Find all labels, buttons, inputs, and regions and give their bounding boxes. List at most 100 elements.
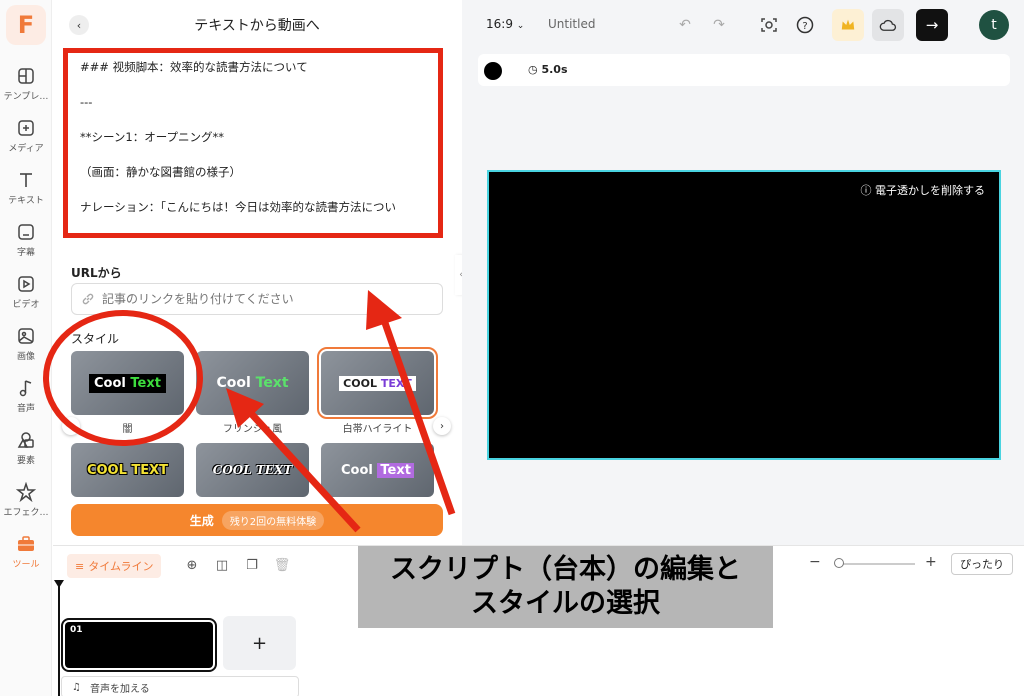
caption-line: スクリプト（台本）の編集と xyxy=(390,554,741,585)
video-icon xyxy=(18,276,34,292)
shapes-icon xyxy=(17,432,34,448)
premium-button[interactable] xyxy=(832,9,864,41)
clip-number: 01 xyxy=(70,625,83,635)
generate-label: 生成 xyxy=(189,513,214,528)
sidebar-item-subtitles[interactable]: 字幕 xyxy=(0,222,52,268)
style-card-dark[interactable]: Cool Text xyxy=(71,351,184,415)
sidebar-item-label: テンプレ… xyxy=(3,92,49,102)
style-card-purple[interactable]: Cool Text xyxy=(321,443,434,497)
style-name: フリンジュ風 xyxy=(222,424,283,435)
undo-icon[interactable]: ↶ xyxy=(674,14,696,36)
sidebar-item-media[interactable]: メディア xyxy=(0,118,52,164)
split-icon[interactable]: ◫ xyxy=(213,556,231,574)
sidebar-item-templates[interactable]: テンプレ… xyxy=(0,66,52,112)
style-card-yellow[interactable]: COOL TEXT xyxy=(71,443,184,497)
style-label: スタイル xyxy=(71,332,120,346)
delete-icon[interactable]: 🗑 xyxy=(273,556,291,574)
link-icon xyxy=(82,293,94,305)
sidebar-item-label: ビデオ xyxy=(12,300,40,310)
style-name: 闇 xyxy=(122,424,133,435)
sidebar-item-label: 字幕 xyxy=(16,248,35,258)
clock-icon: ◷ xyxy=(528,63,538,76)
app-logo[interactable]: F xyxy=(6,5,46,45)
add-scene-icon[interactable]: ⊕ xyxy=(183,556,201,574)
music-icon xyxy=(19,380,32,397)
script-line: **シーン1：オープニング** xyxy=(80,130,225,144)
url-input[interactable] xyxy=(71,283,443,315)
properties-bar: ◷ 5.0s xyxy=(478,54,1010,86)
logo-letter: F xyxy=(17,11,35,39)
music-icon: ♫ xyxy=(72,681,81,693)
script-line: --- xyxy=(80,95,93,109)
duplicate-icon[interactable]: ❐ xyxy=(243,556,261,574)
media-add-icon xyxy=(18,120,34,136)
style-card-white-band[interactable]: COOL TEXT xyxy=(317,347,438,419)
zoom-out-icon[interactable]: − xyxy=(809,554,821,570)
zoom-slider[interactable] xyxy=(835,563,915,565)
timeline-toggle[interactable]: ≡ タイムライン xyxy=(67,554,162,578)
free-trial-badge: 残り2回の無料体験 xyxy=(221,510,325,530)
toolbox-icon xyxy=(18,536,34,551)
script-line: ### 视频脚本：效率的な読書方法について xyxy=(80,60,308,74)
script-line: （画面：静かな図書館の様子） xyxy=(80,165,241,179)
url-label: URLから xyxy=(71,266,122,280)
add-audio-button[interactable]: ♫ 音声を加える xyxy=(61,676,299,696)
sidebar-item-text[interactable]: テキスト xyxy=(0,170,52,216)
style-preview: COOL TEXT xyxy=(212,463,293,477)
duration-control[interactable]: ◷ 5.0s xyxy=(528,63,568,76)
sidebar-item-video[interactable]: ビデオ xyxy=(0,274,52,320)
sidebar-item-images[interactable]: 画像 xyxy=(0,326,52,372)
remove-watermark-button[interactable]: ⓘ 電子透かしを削除する xyxy=(861,182,986,198)
canvas-area: ◷ 5.0s ⓘ 電子透かしを削除する xyxy=(462,50,1024,545)
aspect-ratio-select[interactable]: 16:9 ⌄ xyxy=(486,17,524,31)
left-sidebar: F テンプレ… メディア テキスト 字幕 ビデオ 画像 音声 要素 エフェク… … xyxy=(0,0,52,696)
export-button[interactable]: → xyxy=(916,9,948,41)
zoom-slider-handle[interactable] xyxy=(834,558,844,568)
sidebar-item-label: ツール xyxy=(12,560,40,570)
style-card-italic[interactable]: COOL TEXT xyxy=(196,443,309,497)
help-icon[interactable]: ? xyxy=(794,14,816,36)
timeline-clip[interactable]: 01 xyxy=(61,618,217,672)
fit-button[interactable]: ぴったり xyxy=(951,553,1013,575)
caption-line: スタイルの選択 xyxy=(471,588,660,619)
video-preview[interactable]: ⓘ 電子透かしを削除する xyxy=(487,170,1001,460)
sidebar-item-tools[interactable]: ツール xyxy=(0,534,52,580)
chevron-left-icon: ‹ xyxy=(69,420,73,432)
timeline-icon: ≡ xyxy=(75,559,85,573)
sidebar-item-label: テキスト xyxy=(8,196,44,206)
avatar[interactable]: t xyxy=(979,10,1009,40)
background-color-swatch[interactable] xyxy=(484,62,502,80)
sidebar-item-label: エフェク… xyxy=(3,508,49,518)
style-preview: Cool Text xyxy=(89,373,166,393)
text-icon xyxy=(20,173,32,187)
sidebar-item-label: メディア xyxy=(8,144,44,154)
panel-title: テキストから動画へ xyxy=(194,18,320,34)
sidebar-item-label: 音声 xyxy=(16,404,35,414)
image-icon xyxy=(18,328,34,344)
info-icon: ⓘ xyxy=(860,184,872,197)
zoom-in-icon[interactable]: + xyxy=(925,554,937,570)
style-next-button[interactable]: › xyxy=(433,417,451,435)
subtitle-icon xyxy=(18,224,34,240)
sidebar-item-elements[interactable]: 要素 xyxy=(0,430,52,476)
playhead[interactable] xyxy=(58,584,60,696)
sidebar-item-audio[interactable]: 音声 xyxy=(0,378,52,424)
generate-button[interactable]: 生成 残り2回の無料体験 xyxy=(71,504,443,536)
sidebar-item-effects[interactable]: エフェク… xyxy=(0,482,52,528)
script-editor[interactable]: ### 视频脚本：效率的な読書方法について --- **シーン1：オープニング*… xyxy=(63,48,443,238)
style-prev-button[interactable]: ‹ xyxy=(62,417,80,435)
style-preview: Cool Text xyxy=(216,375,289,391)
sidebar-item-label: 画像 xyxy=(16,352,35,362)
add-clip-button[interactable]: + xyxy=(223,616,296,670)
capture-icon[interactable] xyxy=(758,14,780,36)
redo-icon[interactable]: ↷ xyxy=(708,14,730,36)
project-title[interactable]: Untitled xyxy=(548,17,595,31)
style-card-fringe[interactable]: Cool Text xyxy=(196,351,309,415)
annotation-caption: スクリプト（台本）の編集と スタイルの選択 xyxy=(358,546,773,628)
chevron-down-icon: ⌄ xyxy=(516,21,525,31)
style-preview: Cool Text xyxy=(341,462,414,478)
style-preview: COOL TEXT xyxy=(86,462,169,478)
cloud-save-button[interactable] xyxy=(872,9,904,41)
svg-text:?: ? xyxy=(802,21,807,32)
text-to-video-panel: ‹ テキストから動画へ ### 视频脚本：效率的な読書方法について --- **… xyxy=(53,0,461,545)
